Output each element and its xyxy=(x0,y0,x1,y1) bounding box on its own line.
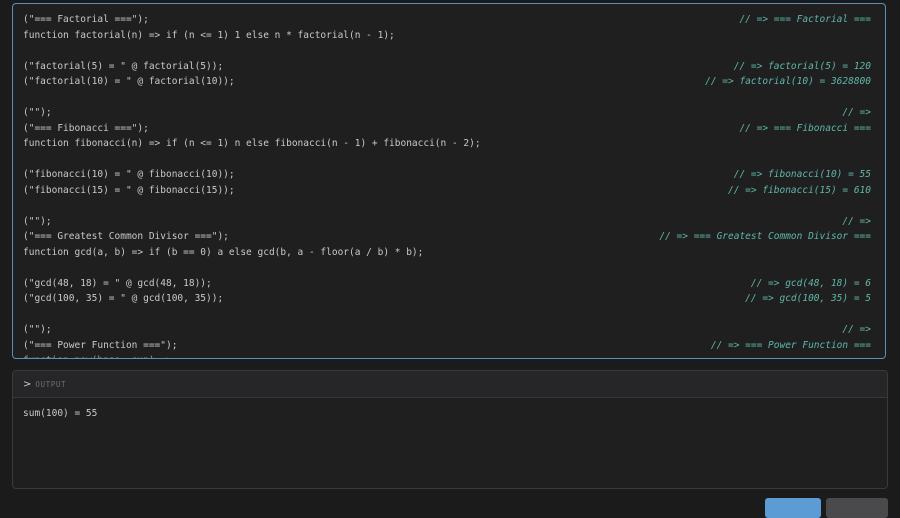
chevron-right-icon[interactable]: > xyxy=(23,379,31,390)
code-text: (""); xyxy=(23,107,52,118)
output-title: OUTPUT xyxy=(35,379,67,389)
code-line: function factorial(n) => if (n <= 1) 1 e… xyxy=(23,28,871,44)
inline-result: // => xyxy=(842,107,871,118)
code-line: ("fibonacci(10) = " @ fibonacci(10)); // … xyxy=(23,167,871,183)
inline-result: // => === Factorial === xyxy=(739,14,871,25)
code-text: function gcd(a, b) => if (b == 0) a else… xyxy=(23,246,424,258)
code-text: ("=== Greatest Common Divisor ==="); xyxy=(23,231,229,242)
code-text: ("gcd(100, 35) = " @ gcd(100, 35)); xyxy=(23,293,224,304)
inline-result: // => xyxy=(842,215,871,227)
code-line: ("gcd(100, 35) = " @ gcd(100, 35)); // =>… xyxy=(23,291,871,307)
code-line: ("=== Factorial ==="); // => === Factoria… xyxy=(23,12,871,28)
inline-result: // => === Fibonacci === xyxy=(739,122,871,134)
output-header[interactable]: > OUTPUT xyxy=(13,371,887,398)
run-button[interactable] xyxy=(765,498,821,518)
code-line: ("=== Fibonacci ==="); // => === Fibonacc… xyxy=(23,121,871,137)
editor-lines: ("=== Factorial ==="); // => === Factoria… xyxy=(23,12,871,358)
code-text: ("fibonacci(15) = " @ fibonacci(15)); xyxy=(23,184,235,196)
inline-result: // => xyxy=(842,324,871,335)
code-text: (""); xyxy=(23,215,52,227)
code-line: (""); // => xyxy=(23,322,871,338)
code-text: ("=== Fibonacci ==="); xyxy=(23,122,149,134)
inline-result: // => fibonacci(15) = 610 xyxy=(728,184,871,196)
code-line: ("factorial(5) = " @ factorial(5)); // =>… xyxy=(23,59,871,75)
code-text: function pow(base, exp) => xyxy=(23,353,172,358)
code-text: function fibonacci(n) => if (n <= 1) n e… xyxy=(23,138,481,149)
inline-result: // => factorial(5) = 120 xyxy=(733,60,871,72)
code-text: (""); xyxy=(23,324,52,335)
code-text: ("factorial(5) = " @ factorial(5)); xyxy=(23,60,224,72)
code-line: ("gcd(48, 18) = " @ gcd(48, 18)); // => g… xyxy=(23,276,871,292)
code-line: ("fibonacci(15) = " @ fibonacci(15)); // … xyxy=(23,183,871,199)
code-text: ("fibonacci(10) = " @ fibonacci(10)); xyxy=(23,169,235,180)
inline-result: // => fibonacci(10) = 55 xyxy=(733,169,871,180)
code-text: function factorial(n) => if (n <= 1) 1 e… xyxy=(23,29,395,41)
inline-result: // => factorial(10) = 3628800 xyxy=(705,76,871,87)
code-editor[interactable]: ("=== Factorial ==="); // => === Factoria… xyxy=(12,3,886,359)
code-line: function pow(base, exp) => xyxy=(23,353,871,358)
code-text: ("=== Factorial ==="); xyxy=(23,14,149,25)
inline-result: // => === Greatest Common Divisor === xyxy=(659,231,871,242)
code-line: function gcd(a, b) => if (b == 0) a else… xyxy=(23,245,871,261)
code-line: (""); // => xyxy=(23,214,871,230)
clear-button[interactable] xyxy=(826,498,888,518)
inline-result: // => gcd(100, 35) = 5 xyxy=(745,293,871,304)
output-panel: > OUTPUT sum(100) = 55 xyxy=(12,370,888,489)
code-text: ("factorial(10) = " @ factorial(10)); xyxy=(23,76,235,87)
inline-result: // => gcd(48, 18) = 6 xyxy=(750,277,871,289)
code-text: ("gcd(48, 18) = " @ gcd(48, 18)); xyxy=(23,277,212,289)
code-line: ("factorial(10) = " @ factorial(10)); // … xyxy=(23,74,871,90)
code-line: function fibonacci(n) => if (n <= 1) n e… xyxy=(23,136,871,152)
code-line: (""); // => xyxy=(23,105,871,121)
code-line: ("=== Greatest Common Divisor ==="); // =… xyxy=(23,229,871,245)
output-text: sum(100) = 55 xyxy=(23,408,98,419)
code-text: ("=== Power Function ==="); xyxy=(23,339,178,351)
code-line: ("=== Power Function ==="); // => === Pow… xyxy=(23,338,871,354)
inline-result: // => === Power Function === xyxy=(710,339,871,351)
